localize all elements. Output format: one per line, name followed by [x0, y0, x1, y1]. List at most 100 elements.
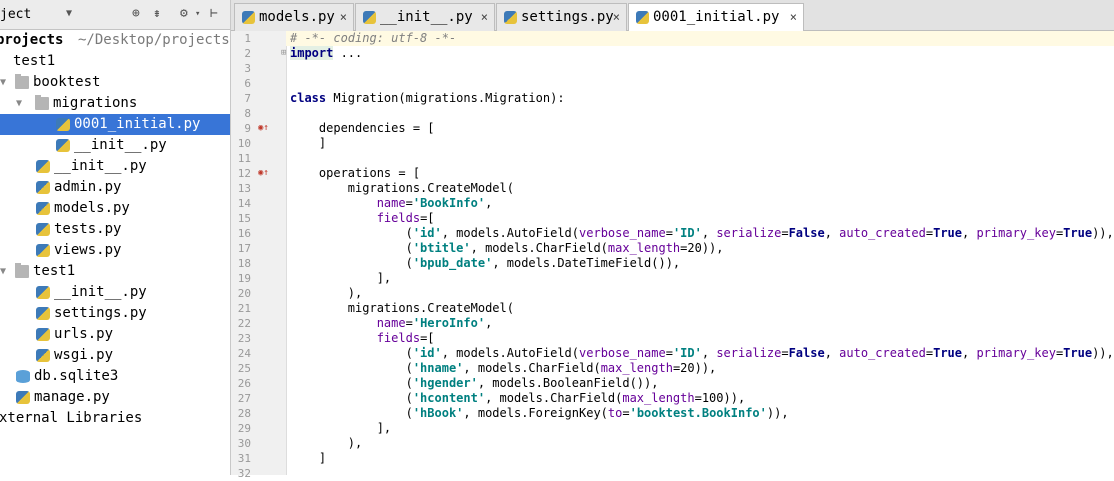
tree-item-label: test1 — [13, 53, 56, 69]
hide-panel-icon[interactable]: ⊢ — [210, 6, 218, 22]
tree-item[interactable]: ▼ booktest — [0, 72, 230, 93]
code-line: import ... — [290, 46, 363, 60]
line-number: 12 — [237, 167, 251, 180]
editor-tab[interactable]: 0001_initial.py × — [628, 3, 804, 32]
editor-tab[interactable]: models.py × — [234, 3, 354, 31]
line-number: 30 — [237, 437, 251, 450]
dropdown-arrow-icon[interactable]: ▼ — [66, 6, 72, 22]
tree-item[interactable]: manage.py — [0, 387, 230, 408]
line-number: 18 — [237, 257, 251, 270]
folder-icon — [15, 74, 29, 89]
python-file-icon — [363, 11, 376, 24]
line-number: 6 — [244, 77, 251, 90]
code-line: ], — [290, 421, 392, 435]
python-file-icon — [56, 139, 70, 152]
code-line: ('id', models.AutoField(verbose_name='ID… — [290, 346, 1114, 360]
project-view-selector[interactable]: ject — [0, 7, 31, 22]
code-line: operations = [ — [290, 166, 421, 180]
python-file-icon — [636, 11, 649, 24]
tree-item[interactable]: views.py — [0, 240, 230, 261]
tree-item[interactable]: projects ~/Desktop/projects — [0, 30, 230, 51]
line-number: 8 — [244, 107, 251, 120]
code-line: ), — [290, 286, 363, 300]
tree-item[interactable]: tests.py — [0, 219, 230, 240]
code-line: ('hname', models.CharField(max_length=20… — [290, 361, 717, 375]
line-number: 31 — [237, 452, 251, 465]
line-number: 26 — [237, 377, 251, 390]
code-line: ] — [290, 136, 327, 150]
tree-item-label: test1 — [33, 263, 76, 279]
code-line: migrations.CreateModel( — [290, 301, 514, 315]
tree-item-label: 0001_initial.py — [74, 116, 201, 132]
tree-item[interactable]: xternal Libraries — [0, 408, 230, 429]
tree-item[interactable]: settings.py — [0, 303, 230, 324]
code-line: name='BookInfo', — [376, 196, 493, 210]
gear-icon[interactable]: ⚙ — [180, 6, 188, 22]
tree-item-label: booktest — [33, 74, 101, 90]
locate-target-icon[interactable]: ⊕ — [132, 6, 140, 22]
collapse-all-icon[interactable]: ⇟ — [153, 6, 161, 22]
fold-expand-icon[interactable]: ⊞ — [281, 46, 286, 61]
tree-item[interactable]: urls.py — [0, 324, 230, 345]
tree-item[interactable]: wsgi.py — [0, 345, 230, 366]
python-file-icon — [36, 223, 50, 236]
expand-arrow-icon[interactable]: ▼ — [0, 72, 6, 93]
database-icon — [16, 370, 30, 383]
line-number: 28 — [237, 407, 251, 420]
tree-item[interactable]: ▼ test1 — [0, 261, 230, 282]
tree-item-label: views.py — [54, 242, 122, 258]
tree-item-label: db.sqlite3 — [34, 368, 119, 384]
line-number: 24 — [237, 347, 251, 360]
close-icon[interactable]: × — [613, 4, 620, 30]
line-number: 21 — [237, 302, 251, 315]
code-line: ('bpub_date', models.DateTimeField()), — [290, 256, 681, 270]
tree-item-label: urls.py — [54, 326, 114, 342]
editor-tab-bar: models.py × __init__.py × settings.py × 0001_i… — [231, 0, 1114, 32]
tree-item[interactable]: admin.py — [0, 177, 230, 198]
expand-arrow-icon[interactable]: ▼ — [16, 93, 22, 114]
gear-dropdown-icon[interactable]: ▾ — [195, 6, 200, 22]
python-file-icon — [36, 160, 50, 173]
tree-item-label: migrations — [53, 95, 138, 111]
line-number: 16 — [237, 227, 251, 240]
editor-tab[interactable]: settings.py × — [496, 3, 627, 31]
tree-item-label: manage.py — [34, 389, 110, 405]
tab-label: settings.py — [521, 9, 614, 25]
project-toolbar: ject ▼ ⊕ ⇟ ⚙ ▾ ⊢ — [0, 0, 230, 30]
python-file-icon — [504, 11, 517, 24]
python-file-icon — [36, 244, 50, 257]
code-line: ('id', models.AutoField(verbose_name='ID… — [290, 226, 1114, 240]
tree-item-label: __init__.py — [54, 158, 147, 174]
override-marker-icon[interactable]: ◉↑ — [258, 166, 269, 181]
tree-item-label: admin.py — [54, 179, 122, 195]
tree-item[interactable]: test1 — [0, 51, 230, 72]
close-icon[interactable]: × — [790, 4, 797, 30]
python-file-icon — [36, 202, 50, 215]
tree-item[interactable]: __init__.py — [0, 156, 230, 177]
tree-item[interactable]: __init__.py — [0, 282, 230, 303]
line-number: 29 — [237, 422, 251, 435]
tree-item[interactable]: db.sqlite3 — [0, 366, 230, 387]
tree-item[interactable]: __init__.py — [0, 135, 230, 156]
editor-area: models.py × __init__.py × settings.py × 0001_i… — [231, 0, 1114, 480]
code-editor[interactable]: 1 # -*- coding: utf-8 -*- 2 ⊞ import ... 3 6 7 c… — [231, 31, 1114, 480]
tab-label: 0001_initial.py — [653, 9, 780, 25]
line-number: 1 — [244, 32, 251, 45]
line-number: 2 — [244, 47, 251, 60]
override-marker-icon[interactable]: ◉↑ — [258, 121, 269, 136]
line-number: 19 — [237, 272, 251, 285]
tab-label: __init__.py — [380, 9, 473, 25]
tree-item[interactable]: models.py — [0, 198, 230, 219]
close-icon[interactable]: × — [481, 4, 488, 30]
code-line: ('hgender', models.BooleanField()), — [290, 376, 659, 390]
code-line: ] — [290, 451, 327, 465]
tree-item[interactable]: 0001_initial.py — [0, 114, 230, 135]
editor-tab[interactable]: __init__.py × — [355, 3, 495, 31]
tree-item[interactable]: ▼ migrations — [0, 93, 230, 114]
line-number: 23 — [237, 332, 251, 345]
close-icon[interactable]: × — [340, 4, 347, 30]
expand-arrow-icon[interactable]: ▼ — [0, 261, 6, 282]
code-line: ), — [290, 436, 363, 450]
code-line: fields=[ — [376, 211, 435, 225]
